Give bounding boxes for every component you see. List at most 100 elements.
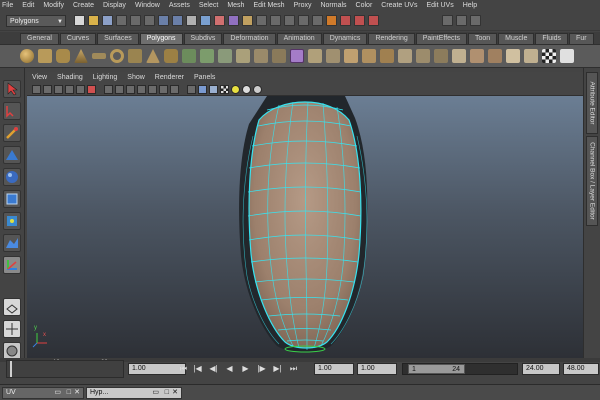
offset-edge-loop-icon[interactable]: [398, 49, 412, 63]
shelf-tab-muscle[interactable]: Muscle: [498, 33, 535, 44]
checker-map-icon[interactable]: [542, 49, 556, 63]
snap-to-point-icon[interactable]: [284, 15, 295, 26]
poly-pyramid-icon[interactable]: [146, 49, 160, 63]
shelf-tab-rendering[interactable]: Rendering: [368, 33, 415, 44]
poly-sphere-icon[interactable]: [20, 49, 34, 63]
shelf-tab-fur[interactable]: Fur: [569, 33, 594, 44]
insert-edge-loop-icon[interactable]: [380, 49, 394, 63]
snap-to-grid-icon[interactable]: [256, 15, 267, 26]
current-frame-marker[interactable]: [10, 361, 12, 377]
grease-pencil-icon[interactable]: [87, 84, 96, 94]
restore-icon[interactable]: ▭: [54, 388, 61, 398]
mask-handles-icon[interactable]: [158, 15, 169, 26]
channel-box-tab[interactable]: Channel Box / Layer Editor: [586, 136, 598, 226]
camera-attributes-icon[interactable]: [43, 84, 52, 94]
menu-display[interactable]: Display: [103, 2, 126, 9]
range-slider-handle[interactable]: 1 24: [408, 364, 465, 374]
extract-icon[interactable]: [218, 49, 232, 63]
two-d-pan-zoom-icon[interactable]: [76, 84, 85, 94]
shelf-tab-animation[interactable]: Animation: [276, 33, 322, 44]
panel-menu-renderer[interactable]: Renderer: [155, 74, 184, 81]
make-live-icon[interactable]: [312, 15, 323, 26]
show-hide-attribute-editor-icon[interactable]: [442, 15, 453, 26]
time-slider-track[interactable]: [6, 360, 124, 378]
poly-pipe-icon[interactable]: [164, 49, 178, 63]
select-by-component-icon[interactable]: [144, 15, 155, 26]
open-scene-icon[interactable]: [88, 15, 99, 26]
select-by-object-icon[interactable]: [130, 15, 141, 26]
ipr-render-icon[interactable]: [354, 15, 365, 26]
menu-select[interactable]: Select: [199, 2, 218, 9]
panel-menu-shading[interactable]: Shading: [57, 74, 83, 81]
poly-plane-icon[interactable]: [92, 53, 106, 59]
poly-cone-icon[interactable]: [74, 49, 88, 63]
select-camera-icon[interactable]: [32, 84, 41, 94]
snap-to-curve-icon[interactable]: [270, 15, 281, 26]
close-icon[interactable]: ✕: [172, 388, 178, 398]
separate-icon[interactable]: [200, 49, 214, 63]
select-by-hierarchy-icon[interactable]: [116, 15, 127, 26]
single-perspective-layout-icon[interactable]: [3, 298, 21, 316]
collapse-icon[interactable]: [434, 49, 448, 63]
paint-select-tool-icon[interactable]: [3, 124, 21, 142]
uv-window-tab[interactable]: UV ▭ □ ✕: [2, 387, 84, 399]
menu-edit-mesh[interactable]: Edit Mesh: [253, 2, 284, 9]
mask-joints-icon[interactable]: [172, 15, 183, 26]
smooth-shade-all-icon[interactable]: [198, 84, 207, 94]
append-polygon-icon[interactable]: [344, 49, 358, 63]
show-hide-tool-settings-icon[interactable]: [456, 15, 467, 26]
new-scene-icon[interactable]: [74, 15, 85, 26]
safe-title-icon[interactable]: [170, 84, 179, 94]
step-forward-key-icon[interactable]: ▶|: [272, 363, 283, 374]
combine-icon[interactable]: [182, 49, 196, 63]
menu-create[interactable]: Create: [73, 2, 94, 9]
panel-menu-lighting[interactable]: Lighting: [93, 74, 118, 81]
shelf-tab-surfaces[interactable]: Surfaces: [97, 33, 139, 44]
field-chart-icon[interactable]: [148, 84, 157, 94]
mask-curves-icon[interactable]: [186, 15, 197, 26]
bookmarks-icon[interactable]: [54, 84, 63, 94]
perspective-viewport[interactable]: x y: [27, 96, 583, 358]
menu-color[interactable]: Color: [356, 2, 373, 9]
shelf-tab-deformation[interactable]: Deformation: [223, 33, 276, 44]
menu-file[interactable]: File: [2, 2, 13, 9]
construction-history-icon[interactable]: [326, 15, 337, 26]
go-to-start-icon[interactable]: ⏮: [178, 363, 189, 374]
menu-help[interactable]: Help: [463, 2, 477, 9]
split-polygon-icon[interactable]: [362, 49, 376, 63]
shelf-tab-general[interactable]: General: [20, 33, 59, 44]
poly-cube-icon[interactable]: [38, 49, 52, 63]
wireframe-icon[interactable]: [187, 84, 196, 94]
play-backwards-icon[interactable]: ◀: [224, 363, 235, 374]
mask-deformations-icon[interactable]: [214, 15, 225, 26]
poly-cylinder-icon[interactable]: [56, 49, 70, 63]
poly-prism-icon[interactable]: [128, 49, 142, 63]
render-current-frame-icon[interactable]: [340, 15, 351, 26]
high-quality-icon[interactable]: [253, 84, 262, 94]
select-tool-icon[interactable]: [3, 80, 21, 98]
menu-create-uvs[interactable]: Create UVs: [381, 2, 417, 9]
save-scene-icon[interactable]: [102, 15, 113, 26]
menu-window[interactable]: Window: [135, 2, 160, 9]
menu-edit[interactable]: Edit: [22, 2, 34, 9]
shelf-tab-curves[interactable]: Curves: [59, 33, 97, 44]
maximize-icon[interactable]: □: [165, 388, 169, 398]
show-hide-channel-box-icon[interactable]: [470, 15, 481, 26]
poly-torus-icon[interactable]: [110, 49, 124, 63]
safe-action-icon[interactable]: [159, 84, 168, 94]
show-manipulator-tool-icon[interactable]: [3, 256, 21, 274]
panel-menu-panels[interactable]: Panels: [194, 74, 215, 81]
menu-normals[interactable]: Normals: [320, 2, 346, 9]
shelf-tab-toon[interactable]: Toon: [467, 33, 498, 44]
polygon-proxy-icon[interactable]: [290, 49, 304, 63]
mirror-geometry-icon[interactable]: [272, 49, 286, 63]
merge-icon[interactable]: [416, 49, 430, 63]
mask-dynamics-icon[interactable]: [228, 15, 239, 26]
image-plane-icon[interactable]: [65, 84, 74, 94]
wedge-face-icon[interactable]: [488, 49, 502, 63]
shelf-tab-fluids[interactable]: Fluids: [535, 33, 569, 44]
film-gate-icon[interactable]: [115, 84, 124, 94]
smooth-icon[interactable]: [236, 49, 250, 63]
step-forward-frame-icon[interactable]: |▶: [256, 363, 267, 374]
rotate-tool-icon[interactable]: [3, 168, 21, 186]
